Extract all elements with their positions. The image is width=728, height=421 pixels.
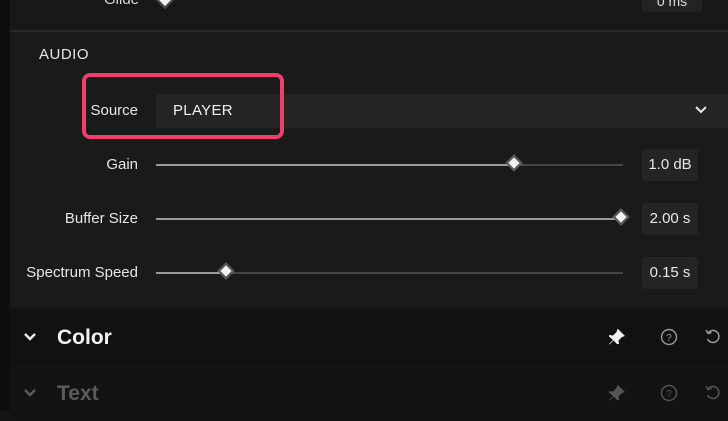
source-highlight-box	[82, 73, 284, 139]
category-color[interactable]: Color ?	[10, 310, 728, 365]
spectrum-speed-slider-fill	[156, 272, 229, 274]
help-icon[interactable]: ?	[660, 384, 678, 402]
category-text-title: Text	[57, 382, 99, 405]
gain-slider[interactable]	[156, 154, 623, 172]
reset-icon[interactable]	[704, 384, 722, 402]
pin-icon[interactable]	[608, 384, 626, 402]
buffer-size-slider-fill	[156, 218, 623, 220]
category-color-title: Color	[57, 326, 112, 349]
glide-value[interactable]: 0 ms	[642, 0, 702, 12]
left-rail	[0, 0, 10, 411]
svg-text:?: ?	[666, 333, 672, 344]
chevron-down-icon	[695, 106, 707, 114]
spectrum-speed-value[interactable]: 0.15 s	[642, 257, 698, 289]
chevron-down-icon[interactable]	[23, 386, 37, 400]
spectrum-speed-slider[interactable]	[156, 262, 623, 280]
help-icon[interactable]: ?	[660, 328, 678, 346]
category-text[interactable]: Text ?	[10, 366, 728, 421]
audio-section: AUDIO Source PLAYER Gain 1.0 dB Buffer S…	[10, 32, 728, 308]
svg-text:?: ?	[666, 389, 672, 400]
buffer-size-slider-thumb[interactable]	[612, 208, 630, 226]
buffer-size-label: Buffer Size	[64, 210, 138, 227]
buffer-size-slider[interactable]	[156, 208, 630, 226]
spectrum-speed-slider-thumb[interactable]	[217, 262, 235, 280]
audio-section-title: AUDIO	[39, 46, 90, 63]
spectrum-speed-label: Spectrum Speed	[26, 264, 138, 281]
glide-row: Glide 0 ms	[10, 0, 728, 30]
settings-panel: Glide 0 ms AUDIO Source PLAYER Gain 1.0 …	[10, 0, 728, 421]
pin-icon[interactable]	[608, 328, 626, 346]
gain-slider-thumb[interactable]	[505, 154, 523, 172]
gain-value[interactable]: 1.0 dB	[642, 149, 698, 181]
reset-icon[interactable]	[704, 328, 722, 346]
gain-label: Gain	[106, 156, 138, 173]
gain-slider-fill	[156, 164, 516, 166]
chevron-down-icon[interactable]	[23, 330, 37, 344]
buffer-size-value[interactable]: 2.00 s	[642, 203, 698, 235]
